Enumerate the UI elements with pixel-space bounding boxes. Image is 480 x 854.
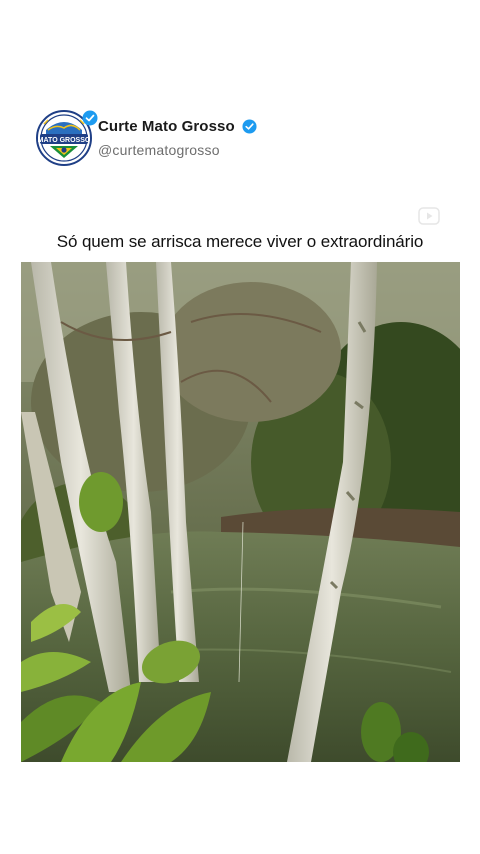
verified-badge-icon	[242, 119, 257, 134]
display-name[interactable]: Curte Mato Grosso	[98, 118, 235, 135]
profile-handle[interactable]: @curtematogrosso	[98, 142, 257, 158]
post-header: MATO GROSSO Curte Mato Grosso @curtemato…	[36, 108, 456, 168]
profile-names: Curte Mato Grosso @curtematogrosso	[98, 118, 257, 158]
post-caption: Só quem se arrisca merece viver o extrao…	[56, 232, 424, 251]
video-frame[interactable]	[21, 262, 460, 762]
forest-pond-image	[21, 262, 460, 762]
avatar[interactable]: MATO GROSSO	[36, 110, 98, 166]
avatar-verified-icon	[82, 110, 98, 126]
avatar-logo-text: MATO GROSSO	[38, 137, 91, 144]
watermark-play-icon	[418, 207, 440, 225]
